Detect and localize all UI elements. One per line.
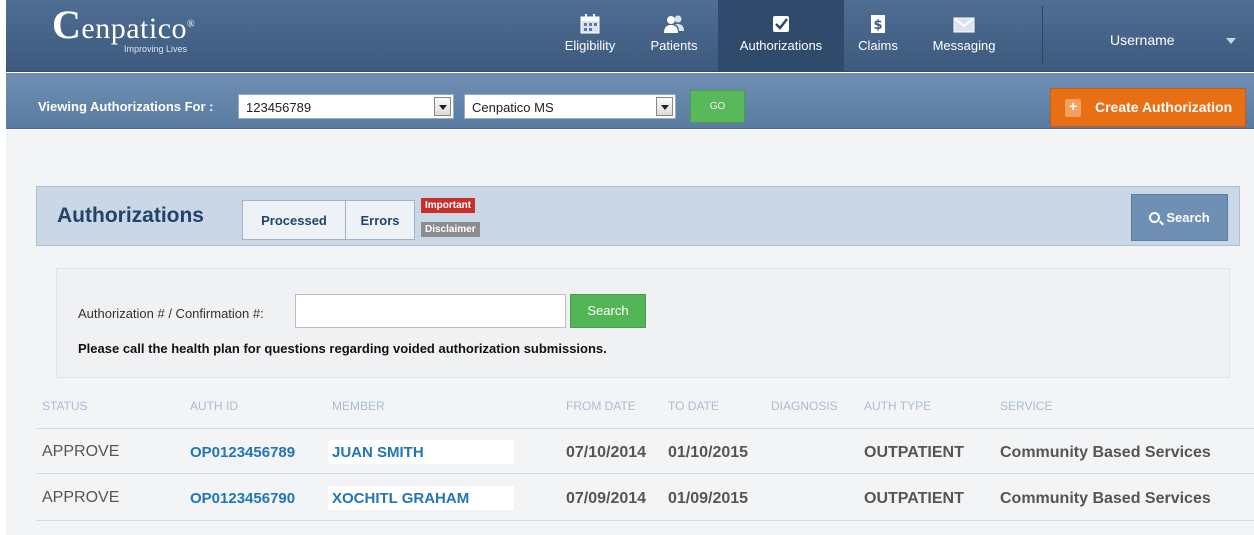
nav-messaging[interactable]: Messaging <box>922 0 1006 72</box>
from-date-cell: 07/10/2014 <box>566 444 647 461</box>
member-link[interactable]: JUAN SMITH <box>332 444 424 461</box>
envelope-icon <box>953 17 975 33</box>
nav-eligibility[interactable]: Eligibility <box>558 0 622 72</box>
nav-divider <box>1042 6 1043 64</box>
logo-text: enpatico <box>81 12 188 45</box>
search-button[interactable]: Search <box>1131 194 1228 241</box>
table-divider <box>36 428 1254 429</box>
nav-patients[interactable]: Patients <box>642 0 706 72</box>
to-date-cell: 01/10/2015 <box>668 444 749 461</box>
dropdown-arrow-icon[interactable] <box>434 97 451 116</box>
go-button[interactable]: GO <box>690 90 745 123</box>
nav-claims[interactable]: $ Claims <box>848 0 908 72</box>
cenpatico-logo[interactable]: Cenpatico® <box>52 5 196 46</box>
auth-id-link[interactable]: OP0123456789 <box>190 444 295 461</box>
plan-value: Cenpatico MS <box>472 100 554 115</box>
svg-text:$: $ <box>873 18 882 33</box>
nav-authorizations[interactable]: Authorizations <box>718 0 844 72</box>
registered-mark: ® <box>187 19 196 30</box>
create-authorization-label: Create Authorization <box>1095 99 1233 115</box>
add-document-icon <box>1065 88 1081 125</box>
authorization-number-input[interactable] <box>295 294 566 328</box>
nav-label-authorizations: Authorizations <box>739 38 823 53</box>
search-icon <box>1149 212 1161 223</box>
column-header-auth-id[interactable]: AUTH ID <box>190 399 238 413</box>
top-navbar: Cenpatico® Improving Lives Eligibility P… <box>6 0 1254 72</box>
authorization-search-panel: Authorization # / Confirmation #: Search… <box>56 268 1230 378</box>
tab-processed[interactable]: Processed <box>242 200 346 240</box>
member-link[interactable]: XOCHITL GRAHAM <box>332 490 469 507</box>
auth-type-cell: OUTPATIENT <box>864 444 964 461</box>
calendar-icon <box>580 14 600 34</box>
logo-tagline: Improving Lives <box>124 44 188 54</box>
from-date-cell: 07/09/2014 <box>566 490 647 507</box>
column-header-service[interactable]: SERVICE <box>1000 399 1052 413</box>
status-cell: APPROVE <box>42 489 120 506</box>
viewing-bar: Viewing Authorizations For : 123456789 C… <box>6 73 1254 129</box>
authorizations-header: Authorizations Processed Errors Importan… <box>36 186 1240 246</box>
tab-errors[interactable]: Errors <box>345 200 415 240</box>
dollar-document-icon: $ <box>871 15 885 33</box>
users-icon <box>664 15 684 33</box>
provider-id-value: 123456789 <box>246 100 312 115</box>
table-divider <box>36 520 1254 521</box>
column-header-diagnosis[interactable]: DIAGNOSIS <box>771 399 838 413</box>
dropdown-arrow-icon[interactable] <box>656 97 673 116</box>
service-cell: Community Based Services <box>1000 444 1211 461</box>
authorization-number-label: Authorization # / Confirmation #: <box>78 306 264 321</box>
nav-label-messaging: Messaging <box>932 38 996 53</box>
username-menu[interactable]: Username <box>1110 32 1175 48</box>
to-date-cell: 01/09/2015 <box>668 490 749 507</box>
page-title: Authorizations <box>57 204 204 227</box>
auth-type-cell: OUTPATIENT <box>864 490 964 507</box>
column-header-from-date[interactable]: FROM DATE <box>566 399 636 413</box>
viewing-label: Viewing Authorizations For : <box>38 99 214 114</box>
column-header-to-date[interactable]: TO DATE <box>668 399 719 413</box>
auth-id-link[interactable]: OP0123456790 <box>190 490 295 507</box>
column-header-status[interactable]: STATUS <box>42 399 88 413</box>
status-cell: APPROVE <box>42 443 120 460</box>
logo-initial: C <box>52 2 82 47</box>
panel-search-button[interactable]: Search <box>570 294 646 328</box>
search-button-label: Search <box>1166 210 1210 225</box>
provider-id-select[interactable]: 123456789 <box>238 94 454 119</box>
service-cell: Community Based Services <box>1000 490 1211 507</box>
plan-select[interactable]: Cenpatico MS <box>464 94 676 119</box>
nav-label-patients: Patients <box>650 38 698 53</box>
important-badge[interactable]: Important <box>421 198 476 213</box>
table-divider <box>36 473 1254 474</box>
checkbox-icon <box>773 16 789 32</box>
column-header-member[interactable]: MEMBER <box>332 399 385 413</box>
nav-label-claims: Claims <box>858 38 898 53</box>
nav-label-eligibility: Eligibility <box>564 38 616 53</box>
voided-submissions-note: Please call the health plan for question… <box>78 341 607 356</box>
disclaimer-badge[interactable]: Disclaimer <box>421 222 480 237</box>
chevron-down-icon[interactable] <box>1226 38 1236 44</box>
column-header-auth-type[interactable]: AUTH TYPE <box>864 399 931 413</box>
create-authorization-button[interactable]: Create Authorization <box>1050 88 1246 127</box>
